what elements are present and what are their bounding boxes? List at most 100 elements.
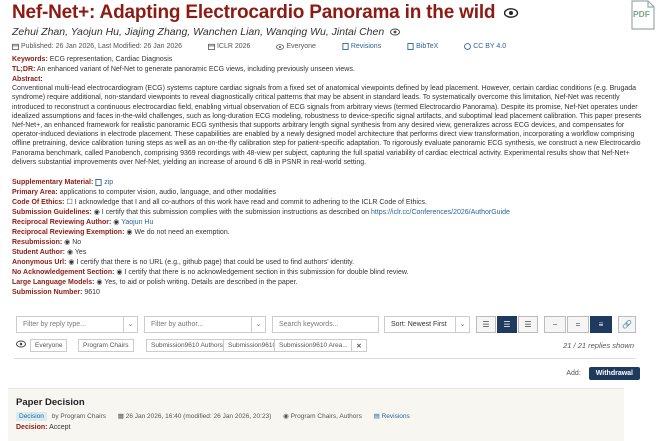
chevron-down-icon: ⌄ [123, 317, 137, 332]
decision-revisions-text: Revisions [381, 413, 410, 420]
noack-value: I certify that there is no acknowledgeme… [124, 269, 409, 276]
withdrawal-button[interactable]: Withdrawal [588, 367, 640, 380]
abstract-label: Abstract: [12, 76, 43, 83]
add-label: Add: [566, 370, 581, 377]
guidelines-value: I certify that this submission complies … [101, 209, 370, 216]
visibility-info: Everyone [276, 43, 329, 50]
llm-field: Large Language Models: ◉ Yes, to aid or … [12, 278, 650, 287]
anon-value: I certify that there is no URL (e.g., gi… [76, 259, 355, 266]
tldr-label: TL;DR: [12, 66, 36, 73]
resub-label: Resubmission: [12, 239, 63, 246]
clear-chips-button[interactable]: ✕ [351, 339, 367, 352]
student-value: Yes [74, 249, 87, 256]
decision-meta: Decision by Program Chairs ▦ 26 Jan 2026… [16, 412, 410, 421]
reply-type-placeholder: Filter by reply type... [23, 321, 87, 328]
decision-readers: ◉ Program Chairs, Authors [283, 413, 363, 420]
add-row: Add: Withdrawal [566, 367, 640, 380]
revisions-link[interactable]: Revisions [342, 43, 395, 50]
no-ack-field: No Acknowledgement Section: ◉ I certify … [12, 268, 650, 277]
decision-readers-text: Program Chairs, Authors [290, 413, 362, 420]
authors-text: Zehui Zhan, Yaojun Hu, Jiajing Zhang, Wa… [12, 26, 385, 38]
bibtex-link[interactable]: BibTeX [407, 43, 452, 50]
chevron-down-icon: ⌄ [455, 317, 469, 332]
copy-link-button[interactable]: 🔗 [618, 316, 636, 333]
keywords-label: Keywords: [12, 56, 48, 63]
eye-icon [503, 5, 518, 23]
document-icon [95, 178, 102, 186]
decision-date: ▦ 26 Jan 2026, 16:40 (modified: 26 Jan 2… [118, 413, 273, 420]
reciprocal-value[interactable]: Yaojun Hu [121, 219, 153, 226]
primary-label: Primary Area: [12, 189, 58, 196]
tldr-field: TL;DR: An enhanced variant of Nef-Net to… [12, 65, 650, 74]
list-icon: ☰ [524, 320, 532, 329]
eye-icon: ◉ [116, 269, 123, 276]
eye-icon: ◉ [68, 259, 75, 266]
revisions-text: Revisions [350, 43, 382, 51]
supp-field: Supplementary Material: zip [12, 178, 650, 187]
eye-icon [387, 26, 401, 38]
chip-everyone[interactable]: Everyone [30, 339, 68, 352]
decision-label: Decision: [16, 424, 48, 431]
title-row: Nef-Net+: Adapting Electrocardio Panoram… [12, 2, 652, 26]
calendar-icon [12, 43, 19, 50]
eye-icon: ◉ [126, 229, 133, 236]
primary-area-field: Primary Area: applications to computer v… [12, 188, 650, 197]
guidelines-link[interactable]: https://iclr.cc/Conferences/2026/AuthorG… [371, 209, 510, 216]
student-label: Student Author: [12, 249, 66, 256]
abstract-text: Conventional multi-lead electrocardiogra… [12, 85, 642, 166]
nested-view-button[interactable]: ☰ [518, 316, 538, 333]
noack-label: No Acknowledgement Section: [12, 269, 115, 276]
visibility-text: Everyone [286, 43, 316, 51]
meta-row: Published: 26 Jan 2026, Last Modified: 2… [12, 43, 530, 50]
ethics-field: Code Of Ethics: ☐ I acknowledge that I a… [12, 198, 650, 207]
supp-label: Supplementary Material: [12, 179, 94, 186]
pdf-label: PDF [633, 9, 650, 19]
partial-expand-button[interactable]: = [567, 316, 589, 333]
student-field: Student Author: ◉ Yes [12, 248, 650, 257]
collapse-button[interactable]: − [544, 316, 566, 333]
reply-type-filter[interactable]: Filter by reply type... ⌄ [16, 316, 138, 333]
equals-icon: = [575, 320, 581, 329]
chip-program-chairs[interactable]: Program Chairs [78, 339, 134, 352]
eye-icon: ◉ [66, 249, 74, 256]
document-icon [407, 43, 414, 50]
supp-link[interactable]: zip [95, 178, 114, 186]
resubmission-field: Resubmission: ◉ No [12, 238, 650, 247]
linear-view-button[interactable]: ☰ [476, 316, 496, 333]
close-icon: ✕ [356, 343, 362, 350]
recip-exempt-label: Reciprocal Reviewing Exemption: [12, 229, 125, 236]
threaded-view-button[interactable]: ☰ [497, 316, 517, 333]
decision-by: by Program Chairs [51, 413, 106, 420]
keywords-field: Keywords: ECG representation, Cardiac Di… [12, 55, 650, 64]
expand-all-button[interactable]: ≡ [590, 316, 612, 333]
decision-date-text: 26 Jan 2026, 16:40 (modified: 26 Jan 202… [125, 413, 272, 420]
pdf-download-icon[interactable]: PDF [630, 0, 656, 30]
chip-area[interactable]: Submission9610 Area... [274, 339, 353, 352]
resub-value: No [72, 239, 82, 246]
eye-icon: ◉ [283, 413, 289, 420]
submission-number-field: Submission Number: 9610 [12, 288, 650, 297]
chip-authors[interactable]: Submission9610 Authors [146, 339, 228, 352]
chevron-down-icon: ⌄ [251, 317, 265, 332]
document-icon: ▤ [373, 413, 380, 420]
llm-label: Large Language Models: [12, 279, 95, 286]
supp-value: zip [104, 179, 114, 186]
decision-title: Paper Decision [16, 397, 85, 408]
anon-url-field: Anonymous Url: ◉ I certify that there is… [12, 258, 650, 267]
decision-revisions-link[interactable]: ▤ Revisions [374, 413, 410, 420]
calendar-icon: ▦ [117, 413, 124, 420]
eye-icon: ◉ [93, 209, 100, 216]
list-icon: ☰ [503, 320, 511, 329]
list-icon: ☰ [482, 320, 490, 329]
license-link[interactable]: CC BY 4.0 [464, 43, 518, 50]
recip-exempt-value: We do not need an exemption. [134, 229, 230, 236]
author-filter[interactable]: Filter by author... ⌄ [144, 316, 266, 333]
lines-icon: ≡ [598, 320, 604, 329]
sort-select[interactable]: Sort: Newest First ⌄ [384, 316, 470, 333]
published-info: Published: 26 Jan 2026, Last Modified: 2… [12, 43, 196, 50]
tldr-value: An enhanced variant of Nef-Net to genera… [36, 66, 355, 73]
eye-icon: ◉ [113, 219, 120, 226]
decision-tag: Decision [16, 412, 47, 421]
reciprocal-label: Reciprocal Reviewing Author: [12, 219, 112, 226]
search-input[interactable]: Search keywords... [272, 316, 379, 333]
